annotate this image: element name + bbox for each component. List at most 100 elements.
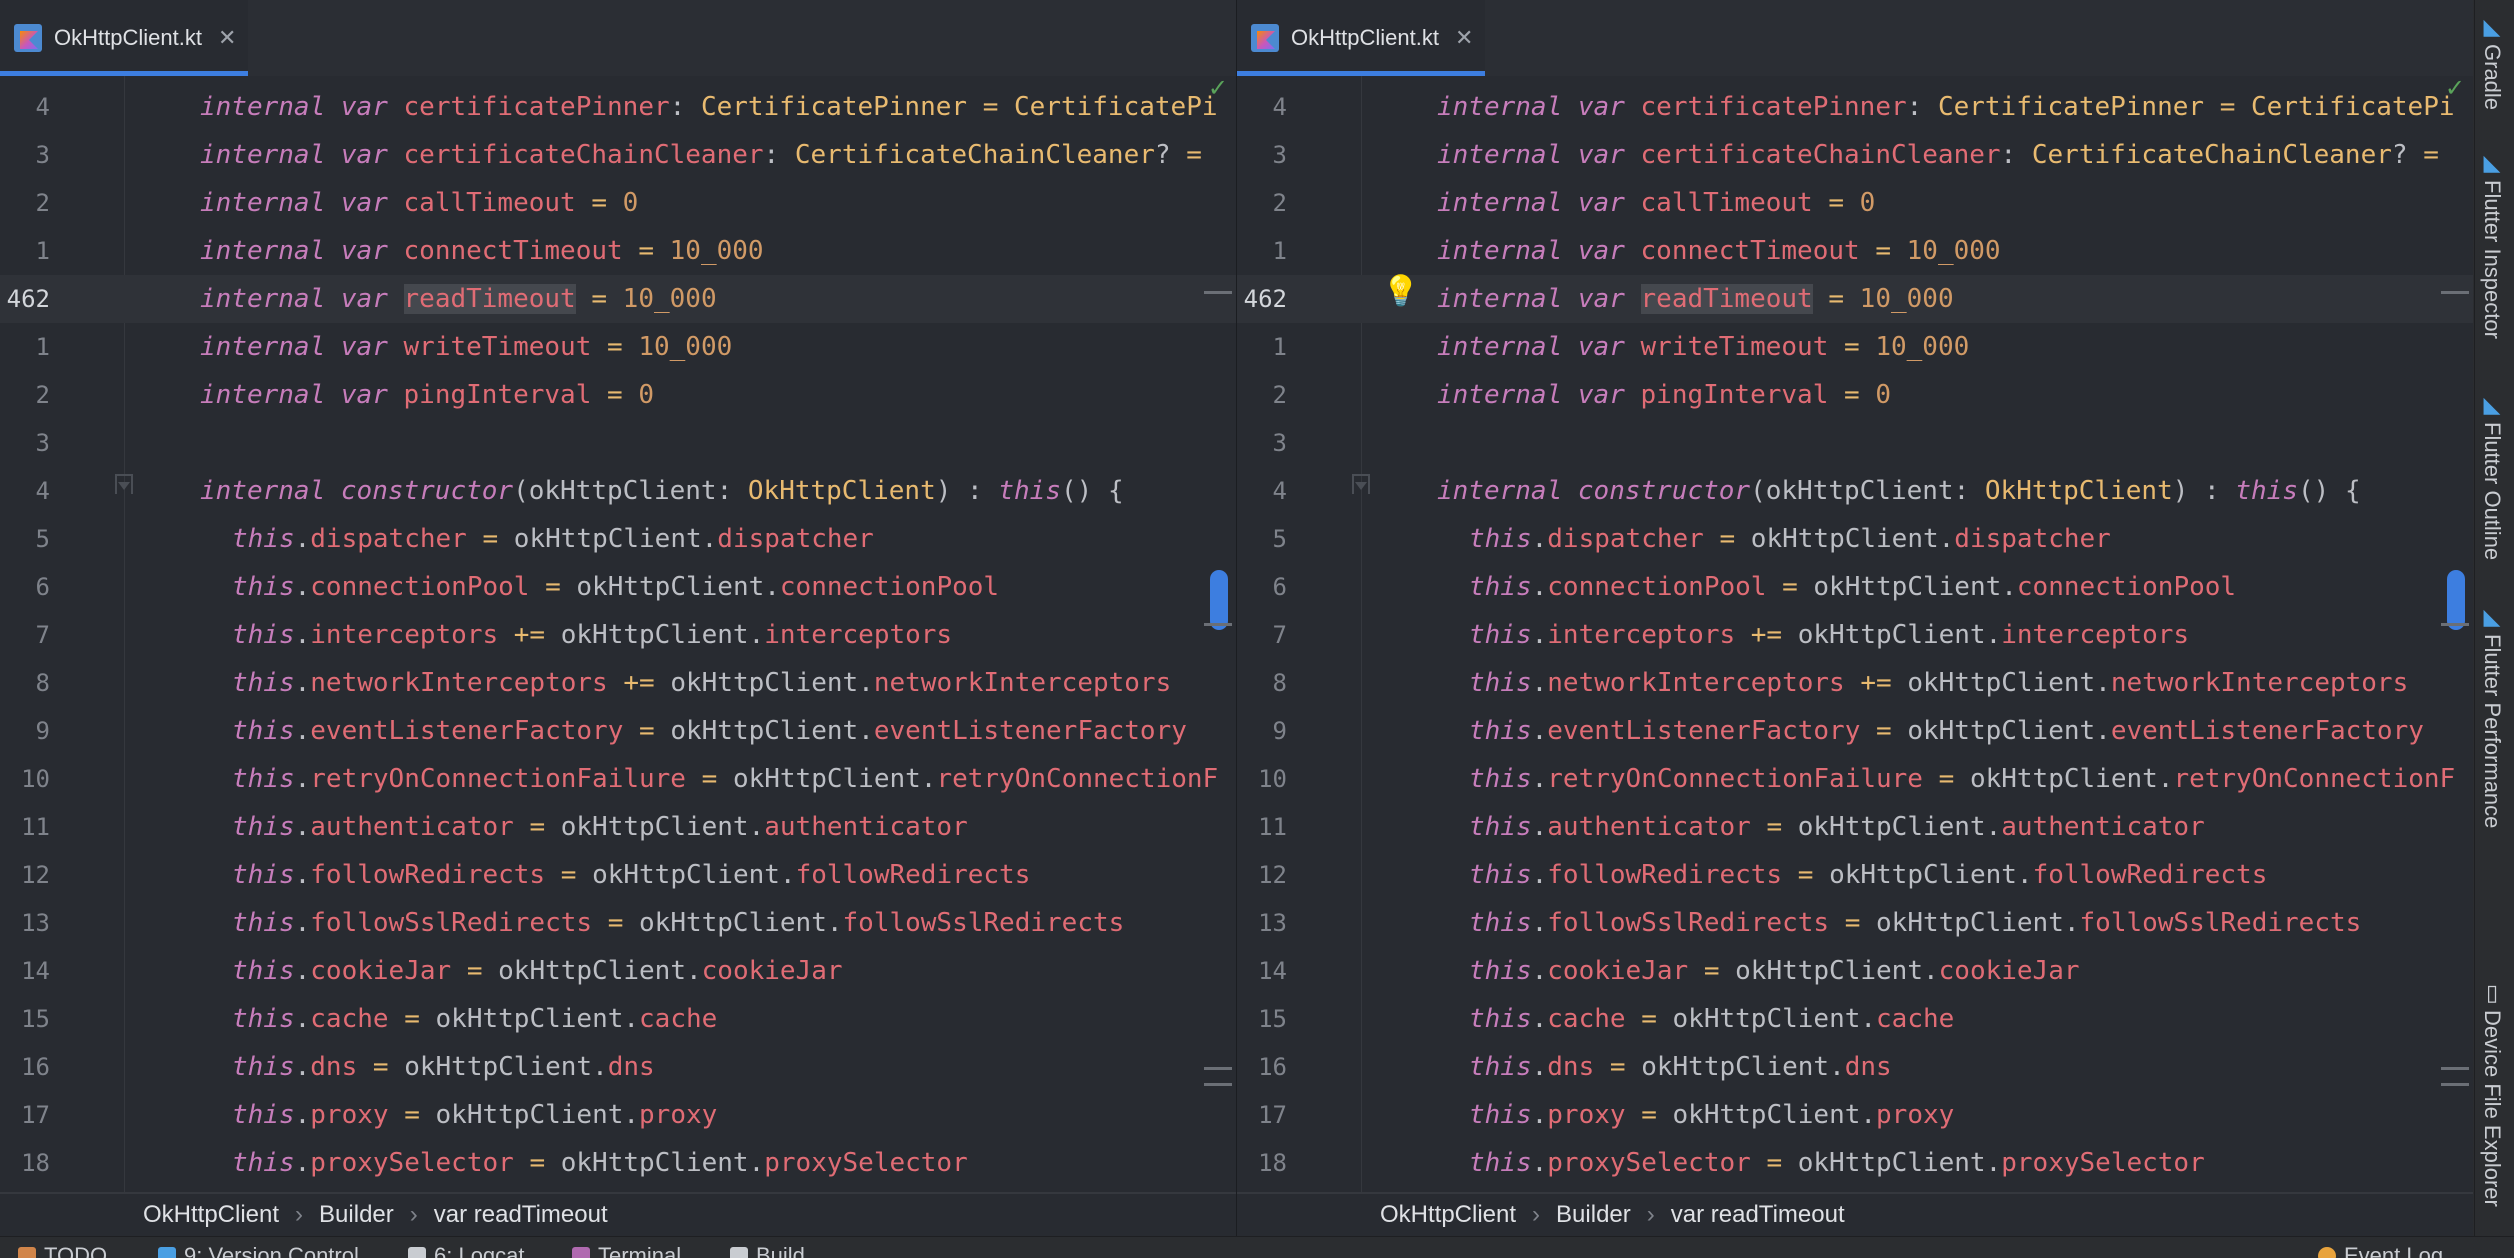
code-line[interactable]: 1 internal var writeTimeout = 10_000 — [0, 323, 1236, 371]
bottom-tool-build[interactable]: Build — [730, 1243, 805, 1258]
bottom-tool-event-log[interactable]: Event Log — [2318, 1243, 2443, 1258]
code-line[interactable]: 5 this.dispatcher = okHttpClient.dispatch… — [0, 515, 1236, 563]
line-number: 3 — [1272, 429, 1287, 457]
code-line[interactable]: 13 this.followSslRedirects = okHttpClient… — [1237, 899, 2473, 947]
code-line[interactable]: 8 this.networkInterceptors += okHttpClien… — [0, 659, 1236, 707]
tool-window-gradle[interactable]: ◣ Gradle — [2479, 14, 2505, 110]
code-line[interactable]: 462 internal var readTimeout = 10_000 — [1237, 275, 2473, 323]
lightbulb-icon[interactable]: 💡 — [1382, 274, 1419, 309]
breadcrumb-item[interactable]: Builder — [1556, 1201, 1631, 1229]
close-tab-icon[interactable]: ✕ — [1455, 25, 1473, 51]
code-line[interactable]: 18 this.proxySelector = okHttpClient.prox… — [1237, 1139, 2473, 1187]
code-text: this.interceptors += okHttpClient.interc… — [232, 620, 953, 650]
code-line[interactable]: 1 internal var connectTimeout = 10_000 — [1237, 227, 2473, 275]
line-number: 8 — [35, 669, 50, 697]
code-line[interactable]: 7 this.interceptors += okHttpClient.inter… — [1237, 611, 2473, 659]
code-line[interactable]: 12 this.followRedirects = okHttpClient.fo… — [0, 851, 1236, 899]
code-line[interactable]: 16 this.dns = okHttpClient.dns — [1237, 1043, 2473, 1091]
editor-pane-right[interactable]: OkHttpClient.kt ✕ ✓ 4 internal var certif… — [1237, 0, 2473, 1236]
code-line[interactable]: 14 this.cookieJar = okHttpClient.cookieJa… — [1237, 947, 2473, 995]
code-line[interactable]: 4 internal var certificatePinner: Certifi… — [0, 83, 1236, 131]
line-number: 15 — [1258, 1005, 1287, 1033]
breadcrumb-item[interactable]: Builder — [319, 1201, 394, 1229]
editor-tab[interactable]: OkHttpClient.kt ✕ — [0, 0, 248, 76]
line-number: 14 — [21, 957, 50, 985]
code-text: this.proxy = okHttpClient.proxy — [1469, 1100, 1955, 1130]
code-line[interactable]: 4 internal constructor(okHttpClient: OkHt… — [1237, 467, 2473, 515]
code-line[interactable]: 5 this.dispatcher = okHttpClient.dispatch… — [1237, 515, 2473, 563]
code-line[interactable]: 10 this.retryOnConnectionFailure = okHttp… — [1237, 755, 2473, 803]
flutter-icon: ◣ — [2483, 392, 2501, 417]
breadcrumb-item[interactable]: OkHttpClient — [143, 1201, 279, 1229]
code-line[interactable]: 6 this.connectionPool = okHttpClient.conn… — [1237, 563, 2473, 611]
code-line[interactable]: 2 internal var pingInterval = 0 — [1237, 371, 2473, 419]
line-number: 462 — [6, 285, 50, 313]
code-line[interactable]: 462 internal var readTimeout = 10_000 — [0, 275, 1236, 323]
line-number: 2 — [1272, 189, 1287, 217]
line-number: 16 — [1258, 1053, 1287, 1081]
code-line[interactable]: 2 internal var pingInterval = 0 — [0, 371, 1236, 419]
breadcrumb-item[interactable]: OkHttpClient — [1380, 1201, 1516, 1229]
code-line[interactable]: 7 this.interceptors += okHttpClient.inter… — [0, 611, 1236, 659]
breadcrumb-separator: › — [1532, 1201, 1541, 1228]
code-area[interactable]: 4 internal var certificatePinner: Certifi… — [1237, 83, 2473, 1187]
code-line[interactable]: 16 this.dns = okHttpClient.dns — [0, 1043, 1236, 1091]
code-line[interactable]: 1 internal var writeTimeout = 10_000 — [1237, 323, 2473, 371]
code-line[interactable]: 11 this.authenticator = okHttpClient.auth… — [1237, 803, 2473, 851]
code-line[interactable]: 2 internal var callTimeout = 0 — [0, 179, 1236, 227]
scrollbar-thumb[interactable] — [1210, 570, 1228, 630]
bottom-tool-9-version-control[interactable]: 9: Version Control — [158, 1243, 359, 1258]
line-number: 10 — [1258, 765, 1287, 793]
tool-window-flutter-performance[interactable]: ◣ Flutter Performance — [2479, 604, 2505, 828]
close-tab-icon[interactable]: ✕ — [218, 25, 236, 51]
bottom-tool-strip: TODO 9: Version Control 6: Logcat Terminal B… — [0, 1236, 2514, 1258]
code-area[interactable]: 4 internal var certificatePinner: Certifi… — [0, 83, 1236, 1187]
tool-window-device-file-explorer[interactable]: ▯ Device File Explorer — [2479, 980, 2505, 1207]
logcat-icon — [408, 1247, 426, 1258]
code-line[interactable]: 3 — [0, 419, 1236, 467]
code-line[interactable]: 3 internal var certificateChainCleaner: C… — [0, 131, 1236, 179]
code-line[interactable]: 2 internal var callTimeout = 0 — [1237, 179, 2473, 227]
scroll-mark — [2441, 623, 2469, 626]
code-line[interactable]: 3 — [1237, 419, 2473, 467]
code-line[interactable]: 4 internal var certificatePinner: Certifi… — [1237, 83, 2473, 131]
flutter-icon: ◣ — [2483, 604, 2501, 629]
code-line[interactable]: 12 this.followRedirects = okHttpClient.fo… — [1237, 851, 2473, 899]
code-line[interactable]: 17 this.proxy = okHttpClient.proxy — [1237, 1091, 2473, 1139]
line-number: 5 — [35, 525, 50, 553]
tool-window-flutter-inspector[interactable]: ◣ Flutter Inspector — [2479, 150, 2505, 339]
device-icon: ▯ — [2485, 980, 2499, 1005]
line-number: 2 — [35, 381, 50, 409]
code-line[interactable]: 13 this.followSslRedirects = okHttpClient… — [0, 899, 1236, 947]
bottom-tool-terminal[interactable]: Terminal — [572, 1243, 681, 1258]
code-line[interactable]: 15 this.cache = okHttpClient.cache — [1237, 995, 2473, 1043]
editor-pane-left[interactable]: OkHttpClient.kt ✕ ✓ 4 internal var certif… — [0, 0, 1236, 1236]
code-line[interactable]: 14 this.cookieJar = okHttpClient.cookieJa… — [0, 947, 1236, 995]
editor-tab[interactable]: OkHttpClient.kt ✕ — [1237, 0, 1485, 76]
line-number: 4 — [1272, 93, 1287, 121]
line-number: 3 — [1272, 141, 1287, 169]
code-text: internal var certificatePinner: Certific… — [200, 92, 1218, 122]
bottom-tool-todo[interactable]: TODO — [18, 1243, 107, 1258]
code-line[interactable]: 15 this.cache = okHttpClient.cache — [0, 995, 1236, 1043]
line-number: 1 — [35, 333, 50, 361]
code-line[interactable]: 18 this.proxySelector = okHttpClient.prox… — [0, 1139, 1236, 1187]
tool-window-flutter-outline[interactable]: ◣ Flutter Outline — [2479, 392, 2505, 560]
code-line[interactable]: 6 this.connectionPool = okHttpClient.conn… — [0, 563, 1236, 611]
editor-tab-bar: OkHttpClient.kt ✕ — [1237, 0, 2473, 76]
breadcrumb-item[interactable]: var readTimeout — [1671, 1201, 1845, 1229]
bottom-tool-6-logcat[interactable]: 6: Logcat — [408, 1243, 525, 1258]
tool-window-label: Flutter Inspector — [2480, 180, 2505, 339]
code-line[interactable]: 17 this.proxy = okHttpClient.proxy — [0, 1091, 1236, 1139]
code-line[interactable]: 1 internal var connectTimeout = 10_000 — [0, 227, 1236, 275]
code-line[interactable]: 3 internal var certificateChainCleaner: C… — [1237, 131, 2473, 179]
code-text: this.dispatcher = okHttpClient.dispatche… — [232, 524, 874, 554]
code-line[interactable]: 9 this.eventListenerFactory = okHttpClien… — [1237, 707, 2473, 755]
scrollbar-thumb[interactable] — [2447, 570, 2465, 630]
code-line[interactable]: 11 this.authenticator = okHttpClient.auth… — [0, 803, 1236, 851]
breadcrumb-item[interactable]: var readTimeout — [434, 1201, 608, 1229]
code-line[interactable]: 8 this.networkInterceptors += okHttpClien… — [1237, 659, 2473, 707]
code-line[interactable]: 4 internal constructor(okHttpClient: OkHt… — [0, 467, 1236, 515]
code-line[interactable]: 10 this.retryOnConnectionFailure = okHttp… — [0, 755, 1236, 803]
code-line[interactable]: 9 this.eventListenerFactory = okHttpClien… — [0, 707, 1236, 755]
